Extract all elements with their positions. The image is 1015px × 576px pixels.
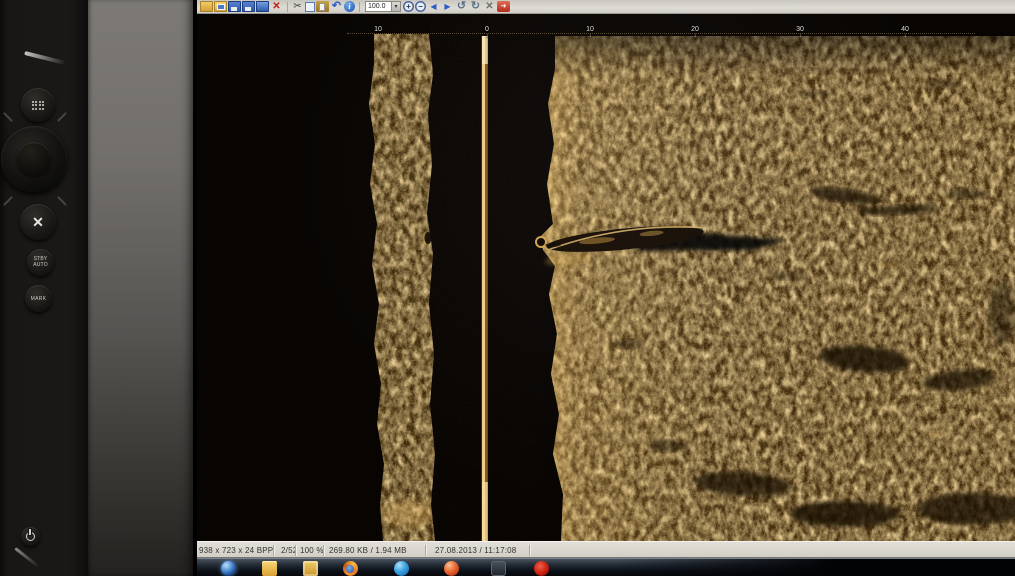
copy-button[interactable] bbox=[305, 2, 315, 12]
starboard-seafloor bbox=[537, 32, 1015, 541]
red-app-taskbar-icon[interactable] bbox=[444, 561, 459, 576]
status-image-dimensions: 938 x 723 x 24 BPP bbox=[199, 546, 273, 555]
paste-button[interactable] bbox=[316, 1, 329, 12]
status-bar: 938 x 723 x 24 BPP 2/52 100 % 269.80 KB … bbox=[197, 541, 1015, 558]
ruler-tick-40: 40 ↓ bbox=[901, 26, 909, 39]
sonar-viewer[interactable]: 10 ↓ 0 ↓ 10 ↓ 20 ↓ 30 ↓ 40 ↓ bbox=[197, 14, 1015, 541]
delete-button[interactable]: ✕ bbox=[270, 1, 283, 12]
exit-button[interactable]: ➜ bbox=[497, 1, 510, 12]
menu-grid-button bbox=[21, 88, 55, 122]
joystick-corner-mark bbox=[57, 196, 67, 206]
zoom-in-button[interactable]: + bbox=[403, 1, 414, 12]
next-image-button[interactable]: ▶ bbox=[441, 1, 454, 12]
chevron-down-icon[interactable]: ▾ bbox=[391, 2, 400, 11]
down-arrow-icon: ↓ bbox=[691, 33, 699, 39]
folder-taskbar-icon[interactable] bbox=[262, 561, 277, 576]
joystick-corner-mark bbox=[3, 112, 13, 122]
ruler-tick-30: 30 ↓ bbox=[796, 26, 804, 39]
auto-label: AUTO bbox=[33, 263, 48, 269]
joystick-cap bbox=[17, 142, 51, 176]
down-arrow-icon: ↓ bbox=[796, 33, 804, 39]
dark-app-taskbar-icon[interactable] bbox=[491, 561, 506, 576]
photo-of-sonar-workstation: ✕ STBY AUTO MARK ✕ ✂ ↶ bbox=[0, 0, 1015, 576]
save-button[interactable] bbox=[228, 1, 241, 12]
rotate-left-button[interactable]: ↺ bbox=[455, 1, 468, 12]
down-arrow-icon: ↓ bbox=[374, 33, 382, 39]
monitor-bezel bbox=[88, 0, 193, 576]
sonar-image[interactable] bbox=[197, 14, 1015, 541]
grid-icon bbox=[32, 101, 45, 110]
zoom-percent-value: 100.0 bbox=[366, 3, 391, 10]
status-file-datetime: 27.08.2013 / 11:17:08 bbox=[435, 546, 516, 555]
ruler-tick-20: 20 ↓ bbox=[691, 26, 699, 39]
cut-button[interactable]: ✂ bbox=[291, 1, 304, 12]
documents-taskbar-icon[interactable] bbox=[303, 561, 318, 576]
red-flower-taskbar-icon[interactable] bbox=[534, 561, 549, 576]
ring-object bbox=[536, 237, 546, 247]
down-arrow-icon: ↓ bbox=[485, 33, 489, 39]
joystick-corner-mark bbox=[3, 196, 13, 206]
reflection-highlight bbox=[14, 547, 39, 568]
toolbar: ✕ ✂ ↶ i 100.0 ▾ + − ◀ ▶ ↺ ↻ ✕ ➜ bbox=[197, 0, 1015, 14]
rotate-right-button[interactable]: ↻ bbox=[469, 1, 482, 12]
close-file-button[interactable]: ✕ bbox=[483, 1, 496, 12]
x-icon: ✕ bbox=[32, 214, 44, 231]
down-arrow-icon: ↓ bbox=[586, 33, 594, 39]
blue-app-taskbar-icon[interactable] bbox=[394, 561, 409, 576]
mark-label: MARK bbox=[31, 296, 47, 302]
ruler-tick-0: 0 ↓ bbox=[485, 26, 489, 39]
reflection-highlight bbox=[24, 51, 66, 65]
joystick-knob bbox=[1, 126, 67, 192]
save-as-button[interactable] bbox=[242, 1, 255, 12]
ruler-dotted-line bbox=[347, 33, 975, 34]
cancel-x-button: ✕ bbox=[20, 204, 56, 240]
status-file-size: 269.80 KB / 1.94 MB bbox=[329, 546, 407, 555]
port-target-object bbox=[423, 232, 432, 245]
stby-auto-button: STBY AUTO bbox=[27, 249, 54, 276]
thumbnails-button[interactable] bbox=[214, 1, 227, 12]
down-arrow-icon: ↓ bbox=[901, 33, 909, 39]
toolbar-separator bbox=[359, 2, 360, 12]
start-button[interactable] bbox=[221, 561, 236, 576]
ruler-tick-10-port: 10 ↓ bbox=[374, 26, 382, 39]
monitor-screen: ✕ ✂ ↶ i 100.0 ▾ + − ◀ ▶ ↺ ↻ ✕ ➜ bbox=[193, 0, 1015, 576]
zoom-out-button[interactable]: − bbox=[415, 1, 426, 12]
firefox-taskbar-icon[interactable] bbox=[343, 561, 358, 576]
toolbar-separator bbox=[287, 2, 288, 12]
zoom-percent-combobox[interactable]: 100.0 ▾ bbox=[365, 1, 401, 12]
info-button[interactable]: i bbox=[344, 1, 355, 12]
power-button bbox=[21, 527, 40, 546]
open-button[interactable] bbox=[200, 1, 213, 12]
previous-image-button[interactable]: ◀ bbox=[427, 1, 440, 12]
nadir-track-line bbox=[481, 36, 488, 541]
taskbar bbox=[197, 558, 1015, 576]
control-panel-device: ✕ STBY AUTO MARK bbox=[0, 0, 88, 576]
status-zoom-level: 100 % bbox=[300, 546, 324, 555]
slideshow-button[interactable] bbox=[256, 1, 269, 12]
ruler-tick-10: 10 ↓ bbox=[586, 26, 594, 39]
joystick-corner-mark bbox=[57, 112, 67, 122]
undo-button[interactable]: ↶ bbox=[330, 1, 343, 12]
mark-button: MARK bbox=[25, 285, 52, 312]
